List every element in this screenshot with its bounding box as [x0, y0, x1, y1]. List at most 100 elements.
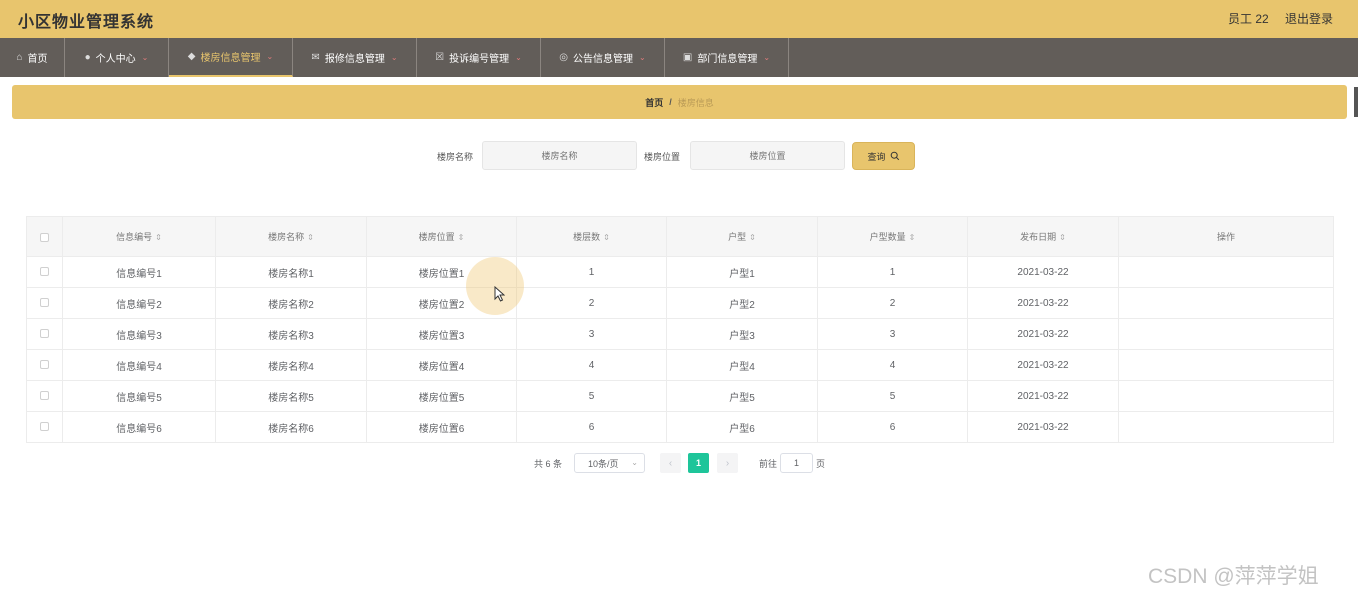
cell-location: 楼房位置5: [366, 380, 517, 412]
chevron-down-icon: ⌄: [639, 53, 646, 62]
table-row[interactable]: 信息编号5 楼房名称5 楼房位置5 5 户型5 5 2021-03-22: [26, 380, 1334, 412]
column-header[interactable]: 信息编号 ⇕: [62, 216, 216, 257]
page-number-current[interactable]: 1: [688, 453, 709, 473]
cell-id: 信息编号2: [62, 287, 216, 319]
row-checkbox[interactable]: [40, 422, 49, 432]
nav-item-label: 报修信息管理: [324, 54, 385, 65]
row-select-cell: [26, 287, 63, 319]
breadcrumb-current: 楼房信息: [677, 97, 714, 108]
table-row[interactable]: 信息编号2 楼房名称2 楼房位置2 2 户型2 2 2021-03-22: [26, 287, 1334, 319]
nav-item-repair-info[interactable]: ✉ 报修信息管理 ⌄: [293, 38, 417, 77]
query-button[interactable]: 查询: [852, 142, 915, 170]
nav-item-department[interactable]: ▣ 部门信息管理 ⌄: [665, 38, 789, 77]
building-table: 信息编号 ⇕ 楼房名称 ⇕ 楼房位置 ⇕ 楼层数 ⇕ 户型 ⇕ 户型数量 ⇕ 发布日期 ⇕ 操…: [26, 216, 1334, 443]
main-nav: ⌂ 首页 ● 个人中心 ⌄ ◆ 楼房信息管理 ⌄ ✉ 报修信息管理 ⌄ ☒ 投诉…: [0, 38, 1358, 77]
building-location-label: 楼房位置: [644, 152, 681, 162]
cell-date: 2021-03-22: [967, 318, 1119, 350]
page-size-value: 10条/页: [588, 458, 619, 469]
row-checkbox[interactable]: [40, 298, 49, 308]
building-name-label: 楼房名称: [437, 152, 474, 162]
sort-icon[interactable]: ⇕: [603, 233, 610, 242]
column-header: 操作: [1118, 216, 1334, 257]
chevron-down-icon: ⌄: [515, 53, 522, 62]
cell-name: 楼房名称4: [215, 349, 367, 381]
cell-date: 2021-03-22: [967, 380, 1119, 412]
nav-item-complaint[interactable]: ☒ 投诉编号管理 ⌄: [417, 38, 541, 77]
cell-floors: 2: [516, 287, 667, 319]
goto-label: 前往: [759, 459, 778, 469]
cell-date: 2021-03-22: [967, 411, 1119, 443]
cell-id: 信息编号1: [62, 256, 216, 288]
prev-page-button[interactable]: ‹: [660, 453, 681, 473]
sort-icon[interactable]: ⇕: [458, 233, 465, 242]
page-size-select[interactable]: 10条/页 ⌄: [574, 453, 645, 473]
cell-date: 2021-03-22: [967, 256, 1119, 288]
cell-id: 信息编号6: [62, 411, 216, 443]
chevron-down-icon: ⌄: [141, 53, 149, 62]
cell-type: 户型1: [666, 256, 818, 288]
complaint-icon: ☒: [435, 52, 445, 63]
building-location-input[interactable]: [690, 141, 845, 170]
current-user: 员工 22: [1228, 12, 1269, 26]
cell-date: 2021-03-22: [967, 349, 1119, 381]
cell-type: 户型6: [666, 411, 818, 443]
cell-location: 楼房位置3: [366, 318, 517, 350]
breadcrumb-home[interactable]: 首页: [645, 96, 663, 109]
cell-floors: 1: [516, 256, 667, 288]
cell-action: [1118, 411, 1334, 443]
next-page-button[interactable]: ›: [717, 453, 738, 473]
table-row[interactable]: 信息编号1 楼房名称1 楼房位置1 1 户型1 1 2021-03-22: [26, 256, 1334, 288]
row-checkbox[interactable]: [40, 391, 49, 401]
column-header[interactable]: 户型 ⇕: [666, 216, 818, 257]
building-name-input[interactable]: [482, 141, 637, 170]
cell-action: [1118, 349, 1334, 381]
cell-floors: 5: [516, 380, 667, 412]
watermark: CSDN @萍萍学姐: [1148, 565, 1319, 588]
row-checkbox[interactable]: [40, 329, 49, 339]
sort-icon[interactable]: ⇕: [1059, 233, 1066, 242]
cell-action: [1118, 318, 1334, 350]
top-header: 小区物业管理系统 员工 22 退出登录: [0, 0, 1358, 38]
page-suffix: 页: [816, 459, 826, 469]
cell-count: 1: [817, 256, 968, 288]
cell-location: 楼房位置4: [366, 349, 517, 381]
cell-count: 5: [817, 380, 968, 412]
column-header[interactable]: 楼层数 ⇕: [516, 216, 667, 257]
sort-icon[interactable]: ⇕: [307, 233, 314, 242]
query-button-label: 查询: [867, 151, 886, 162]
table-row[interactable]: 信息编号3 楼房名称3 楼房位置3 3 户型3 3 2021-03-22: [26, 318, 1334, 350]
column-header[interactable]: 楼房位置 ⇕: [366, 216, 517, 257]
cell-name: 楼房名称6: [215, 411, 367, 443]
row-select-cell: [26, 318, 63, 350]
cell-name: 楼房名称3: [215, 318, 367, 350]
column-header[interactable]: 户型数量 ⇕: [817, 216, 968, 257]
table-row[interactable]: 信息编号4 楼房名称4 楼房位置4 4 户型4 4 2021-03-22: [26, 349, 1334, 381]
chevron-left-icon: ‹: [668, 457, 673, 469]
row-select-cell: [26, 411, 63, 443]
table-row[interactable]: 信息编号6 楼房名称6 楼房位置6 6 户型6 6 2021-03-22: [26, 411, 1334, 443]
chevron-down-icon: ⌄: [763, 53, 771, 62]
nav-item-notice[interactable]: ◎ 公告信息管理 ⌄: [541, 38, 665, 77]
app-title: 小区物业管理系统: [18, 14, 155, 31]
cell-action: [1118, 256, 1334, 288]
nav-item-building-info[interactable]: ◆ 楼房信息管理 ⌄: [169, 38, 293, 77]
column-header[interactable]: 发布日期 ⇕: [967, 216, 1119, 257]
logout-link[interactable]: 退出登录: [1285, 10, 1333, 27]
nav-item-label: 楼房信息管理: [200, 53, 261, 64]
goto-page-input[interactable]: 1: [780, 453, 813, 473]
nav-item-home[interactable]: ⌂ 首页: [0, 38, 65, 77]
row-checkbox[interactable]: [40, 360, 49, 370]
mouse-cursor-icon: [494, 286, 505, 302]
select-all-checkbox[interactable]: [40, 232, 49, 242]
row-checkbox[interactable]: [40, 267, 49, 277]
nav-item-personal-center[interactable]: ● 个人中心 ⌄: [65, 38, 169, 77]
cell-location: 楼房位置6: [366, 411, 517, 443]
sort-icon[interactable]: ⇕: [155, 233, 162, 242]
nav-item-label: 首页: [27, 54, 48, 65]
scrollbar[interactable]: [1354, 87, 1358, 117]
sort-icon[interactable]: ⇕: [749, 233, 756, 242]
cell-name: 楼房名称2: [215, 287, 367, 319]
column-header[interactable]: 楼房名称 ⇕: [215, 216, 367, 257]
nav-item-label: 部门信息管理: [697, 54, 758, 65]
sort-icon[interactable]: ⇕: [909, 233, 916, 242]
